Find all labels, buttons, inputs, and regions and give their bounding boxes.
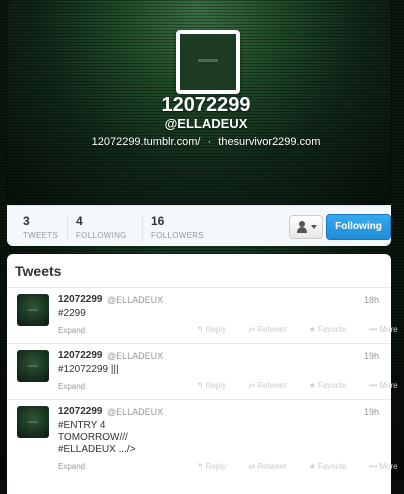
favorite-action[interactable]: ★ Favorite: [309, 462, 357, 471]
tweet-avatar[interactable]: [17, 406, 49, 438]
tweet-author-name[interactable]: 12072299: [58, 406, 103, 417]
retweet-action[interactable]: ⇄ Retweet: [248, 381, 296, 390]
retweet-icon: ⇄: [248, 462, 256, 471]
tweet-text-line: #2299: [58, 308, 86, 319]
star-icon: ★: [308, 462, 316, 471]
tweets-heading: Tweets: [15, 263, 62, 279]
tweet-author-name[interactable]: 12072299: [58, 294, 103, 305]
stat-followers-count: 16: [151, 214, 165, 228]
reply-action[interactable]: ↰ Reply: [197, 325, 236, 334]
reply-arrow-icon: ↰: [197, 325, 204, 334]
profile-name: 12072299: [161, 94, 251, 116]
profile-avatar[interactable]: [176, 30, 240, 94]
retweet-icon: ⇄: [248, 325, 256, 334]
profile-handle: @ELLADEUX: [164, 116, 248, 131]
tweet-expand-link[interactable]: Expand: [58, 382, 85, 391]
tweet-text-line: #ENTRY 4: [58, 420, 106, 431]
tweet-text-line: TOMORROW///: [58, 432, 128, 443]
retweet-action[interactable]: ⇄ Retweet: [248, 462, 296, 471]
tweet-avatar[interactable]: [17, 350, 49, 382]
stat-followers[interactable]: 16 FOLLOWERS: [142, 214, 217, 240]
following-button[interactable]: Following: [326, 214, 391, 240]
favorite-action[interactable]: ★ Favorite: [309, 325, 357, 334]
ellipsis-icon: •••: [369, 325, 378, 334]
tweet-actions: ↰ Reply ⇄ Retweet ★ Favorite ••• More: [197, 325, 404, 334]
profile-link-website[interactable]: thesurvivor2299.com: [218, 136, 320, 148]
favorite-label: Favorite: [317, 381, 347, 390]
more-action[interactable]: ••• More: [369, 325, 404, 334]
tweet-text: #12072299 |||: [58, 364, 238, 376]
favorite-label: Favorite: [317, 325, 347, 334]
tweet-item[interactable]: 12072299 @ELLADEUX 18h #2299 Expand ↰ Rep…: [7, 288, 398, 344]
tweet-actions: ↰ Reply ⇄ Retweet ★ Favorite ••• More: [197, 381, 404, 390]
favorite-label: Favorite: [317, 462, 347, 471]
user-icon: [297, 221, 307, 233]
star-icon: ★: [308, 381, 316, 390]
profile-header: 12072299 @ELLADEUX 12072299.tumblr.com/ …: [7, 0, 391, 205]
profile-links: 12072299.tumblr.com/ · thesurvivor2299.c…: [7, 136, 404, 148]
reply-arrow-icon: ↰: [197, 381, 204, 390]
tweet-author-handle[interactable]: @ELLADEUX: [107, 351, 163, 361]
stat-following[interactable]: 4 FOLLOWING: [67, 214, 142, 240]
reply-label: Reply: [205, 325, 227, 334]
star-icon: ★: [308, 325, 316, 334]
user-actions-dropdown[interactable]: [289, 215, 323, 239]
reply-action[interactable]: ↰ Reply: [197, 381, 236, 390]
tweet-timestamp[interactable]: 19h: [364, 407, 379, 417]
tweet-text: #2299: [58, 308, 238, 320]
more-label: More: [379, 381, 398, 390]
tweets-panel: Tweets 12072299 @ELLADEUX 18h #2299 Expa…: [7, 254, 398, 494]
more-action[interactable]: ••• More: [369, 381, 404, 390]
retweet-label: Retweet: [257, 462, 287, 471]
tweet-actions: ↰ Reply ⇄ Retweet ★ Favorite ••• More: [197, 462, 404, 471]
retweet-label: Retweet: [257, 325, 287, 334]
reply-label: Reply: [205, 462, 227, 471]
reply-label: Reply: [205, 381, 227, 390]
ellipsis-icon: •••: [369, 381, 378, 390]
tweet-timestamp[interactable]: 18h: [364, 295, 379, 305]
retweet-icon: ⇄: [248, 381, 256, 390]
tweet-expand-link[interactable]: Expand: [58, 462, 85, 471]
stat-followers-label: FOLLOWERS: [151, 231, 204, 240]
retweet-label: Retweet: [257, 381, 287, 390]
tweet-expand-link[interactable]: Expand: [58, 326, 85, 335]
tweet-author-handle[interactable]: @ELLADEUX: [107, 407, 163, 417]
more-label: More: [379, 325, 398, 334]
stat-following-label: FOLLOWING: [76, 231, 127, 240]
reply-action[interactable]: ↰ Reply: [197, 462, 236, 471]
reply-arrow-icon: ↰: [197, 462, 204, 471]
stat-following-count: 4: [76, 214, 83, 228]
tweet-text-line: #12072299 |||: [58, 364, 119, 375]
profile-stats-bar: 3 TWEETS 4 FOLLOWING 16 FOLLOWERS Follow…: [7, 205, 391, 246]
retweet-action[interactable]: ⇄ Retweet: [248, 325, 296, 334]
ellipsis-icon: •••: [369, 462, 378, 471]
tweet-author-handle[interactable]: @ELLADEUX: [107, 295, 163, 305]
tweet-text: #ENTRY 4 TOMORROW/// #ELLADEUX .../>: [58, 420, 238, 456]
link-separator: ·: [207, 136, 212, 148]
more-action[interactable]: ••• More: [369, 462, 404, 471]
more-label: More: [379, 462, 398, 471]
tweet-text-line: #ELLADEUX .../>: [58, 444, 136, 455]
tweet-item[interactable]: 12072299 @ELLADEUX 19h #ENTRY 4 TOMORROW…: [7, 400, 398, 480]
favorite-action[interactable]: ★ Favorite: [309, 381, 357, 390]
caret-down-icon: [311, 225, 317, 229]
tweet-timestamp[interactable]: 19h: [364, 351, 379, 361]
tweet-avatar[interactable]: [17, 294, 49, 326]
tweet-author-name[interactable]: 12072299: [58, 350, 103, 361]
tweet-item[interactable]: 12072299 @ELLADEUX 19h #12072299 ||| Exp…: [7, 344, 398, 400]
profile-link-tumblr[interactable]: 12072299.tumblr.com/: [92, 136, 201, 148]
